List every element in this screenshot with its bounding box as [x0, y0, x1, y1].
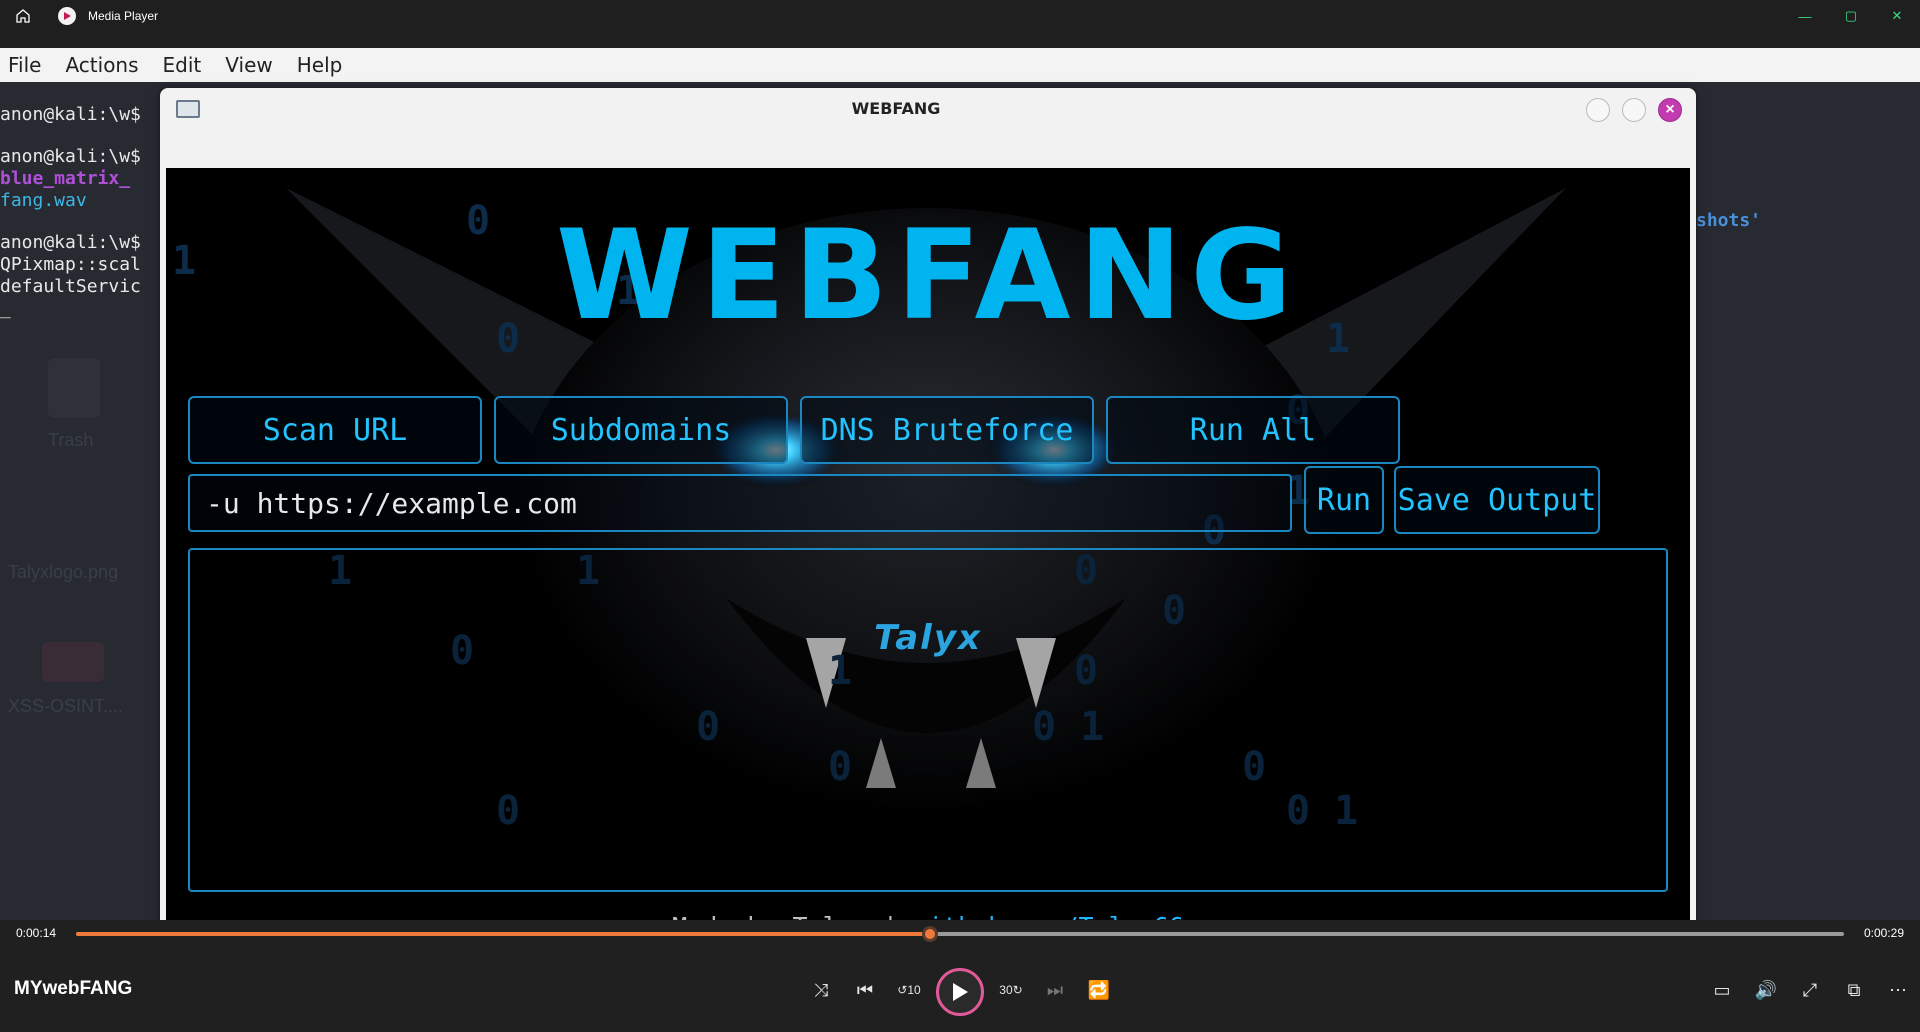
forward-30-icon: 30↻ [999, 983, 1023, 997]
home-icon [16, 9, 30, 23]
seek-bar[interactable] [76, 926, 1844, 942]
menu-view[interactable]: View [225, 53, 272, 77]
trash-icon[interactable] [48, 358, 100, 418]
terminal-line: _ [0, 298, 11, 319]
minimize-button[interactable]: — [1782, 0, 1828, 32]
media-title: MYwebFANG [14, 978, 133, 999]
more-icon: ⋯ [1889, 979, 1907, 1000]
args-input[interactable]: -u https://example.com [188, 474, 1292, 532]
play-button[interactable] [936, 968, 984, 1016]
terminal-line: anon@kali:\w$ [0, 104, 141, 125]
skip-forward-button[interactable]: 30↻ [995, 974, 1027, 1006]
captions-button[interactable]: ▭ [1706, 974, 1738, 1006]
skip-previous-icon: ⏮ [856, 979, 874, 1000]
made-by-text: Made by Talyx | [672, 912, 898, 920]
close-icon: × [1665, 101, 1675, 118]
terminal-line: defaultServic [0, 276, 141, 297]
miniplayer-icon: ⧉ [1847, 979, 1861, 1000]
scan-url-button[interactable]: Scan URL [188, 396, 482, 464]
terminal-line: blue_matrix_ [0, 168, 131, 189]
play-icon [953, 983, 968, 1001]
repeat-button[interactable]: 🔁 [1083, 974, 1115, 1006]
maximize-button[interactable]: ▢ [1828, 0, 1874, 32]
terminal-line: anon@kali:\w$ [0, 146, 141, 167]
close-button[interactable]: ✕ [1874, 0, 1920, 32]
maximize-button[interactable] [1622, 98, 1646, 122]
media-player-titlebar: Media Player — ▢ ✕ [0, 0, 1920, 32]
rewind-10-icon: ↺10 [897, 983, 921, 997]
webfang-footer: Made by Talyx | github.com/Talyx66 [166, 912, 1690, 920]
desktop-label-xss-osint: XSS-OSINT.... [8, 696, 124, 716]
desktop-label-talyxlogo: Talyxlogo.png [8, 562, 119, 582]
more-options-button[interactable]: ⋯ [1882, 974, 1914, 1006]
shuffle-icon: ⤨ [813, 979, 829, 1000]
skip-next-icon: ⏭ [1046, 979, 1064, 1000]
seek-thumb[interactable] [921, 926, 938, 942]
shuffle-button[interactable]: ⤨ [805, 974, 837, 1006]
webfang-content: 0 1 1 0 1 0 1 0 1 1 0 0 0 1 0 0 0 1 0 0 … [166, 168, 1690, 920]
seek-progress [76, 932, 930, 936]
skip-back-button[interactable]: ↺10 [893, 974, 925, 1006]
output-area[interactable] [188, 548, 1668, 892]
webfang-titlebar: WEBFANG × [160, 88, 1696, 128]
folder-icon[interactable] [42, 642, 104, 682]
next-button[interactable]: ⏭ [1039, 974, 1071, 1006]
save-output-button[interactable]: Save Output [1394, 466, 1600, 534]
terminal-line: QPixmap::scal [0, 254, 141, 275]
run-button[interactable]: Run [1304, 466, 1384, 534]
webfang-window: WEBFANG × 0 1 1 0 1 1 0 1 1 0 0 0 1 0 0 … [160, 88, 1696, 920]
fullscreen-button[interactable]: ⤢ [1794, 974, 1826, 1006]
dns-bruteforce-button[interactable]: DNS Bruteforce [800, 396, 1094, 464]
terminal-right-text: shots' [1696, 210, 1762, 231]
talyx-logo: Talyx [874, 618, 982, 658]
home-button[interactable] [0, 0, 46, 32]
video-frame[interactable]: File Actions Edit View Help anon@kali:\w… [0, 48, 1920, 920]
current-time: 0:00:14 [16, 926, 57, 940]
menu-help[interactable]: Help [297, 53, 343, 77]
volume-icon: 🔊 [1754, 979, 1778, 1000]
subdomains-button[interactable]: Subdomains [494, 396, 788, 464]
menu-edit[interactable]: Edit [163, 53, 202, 77]
window-title: Media Player [88, 9, 159, 23]
menu-actions[interactable]: Actions [65, 53, 138, 77]
media-transport: 0:00:14 0:00:29 MYwebFANG ⤨ ⏮ ↺10 30↻ ⏭ … [0, 920, 1920, 1032]
webfang-logo: WEBFANG [556, 204, 1300, 348]
run-all-button[interactable]: Run All [1106, 396, 1400, 464]
total-time: 0:00:29 [1863, 926, 1904, 940]
kali-menubar: File Actions Edit View Help [0, 48, 1920, 82]
desktop-label-trash: Trash [48, 430, 94, 450]
volume-button[interactable]: 🔊 [1750, 974, 1782, 1006]
terminal-line: fang.wav [0, 190, 87, 211]
miniplayer-button[interactable]: ⧉ [1838, 974, 1870, 1006]
github-link[interactable]: github.com/Talyx66 [913, 912, 1184, 920]
close-button[interactable]: × [1658, 98, 1682, 122]
media-player-app-icon [58, 7, 76, 25]
previous-button[interactable]: ⏮ [849, 974, 881, 1006]
terminal-line: anon@kali:\w$ [0, 232, 141, 253]
minimize-button[interactable] [1586, 98, 1610, 122]
webfang-window-title: WEBFANG [851, 99, 941, 118]
captions-icon: ▭ [1713, 979, 1731, 1000]
repeat-icon: 🔁 [1087, 979, 1111, 1000]
fullscreen-icon: ⤢ [1802, 979, 1818, 1000]
menu-file[interactable]: File [8, 53, 41, 77]
